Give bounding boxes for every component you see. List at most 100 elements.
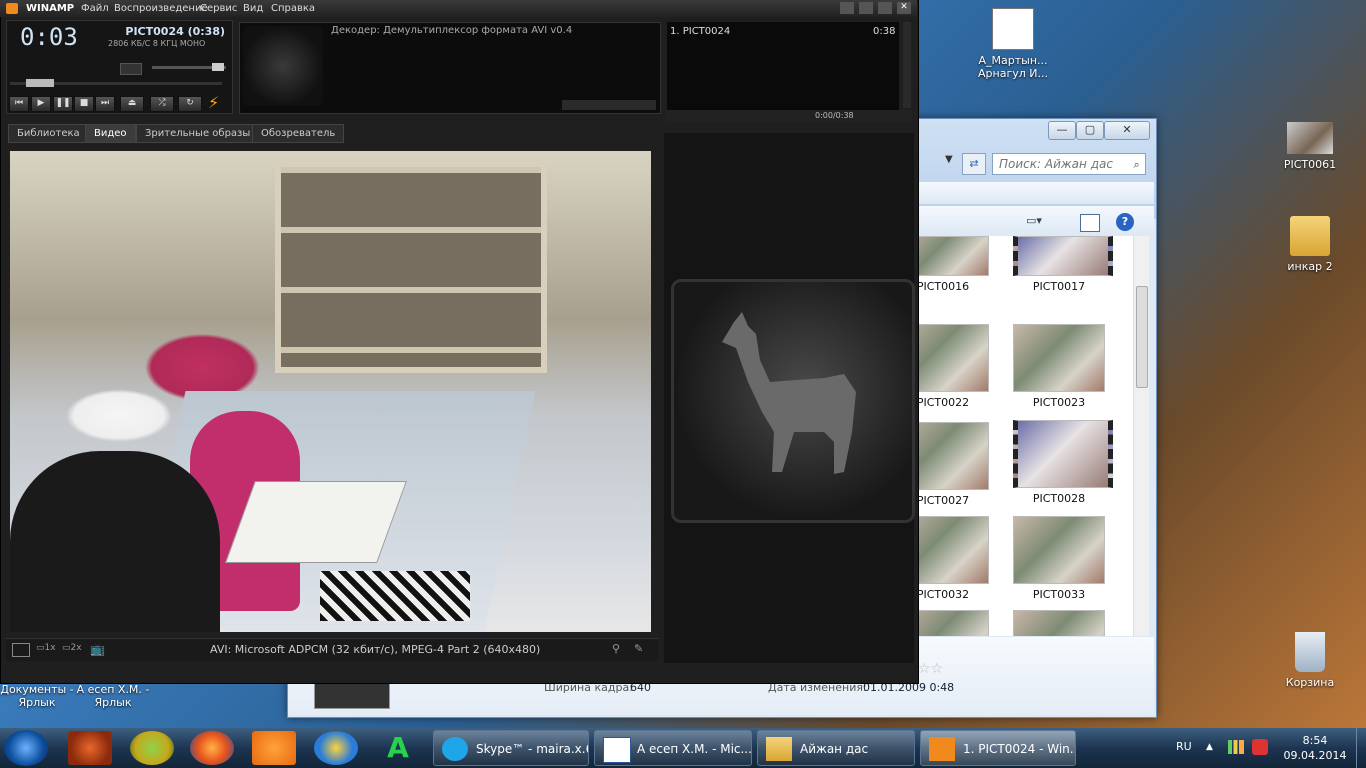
shade-button[interactable]: [859, 2, 873, 14]
tab-browser[interactable]: Обозреватель: [252, 124, 345, 143]
task-explorer[interactable]: Айжан дас: [757, 730, 915, 766]
file-label: PICT0027: [916, 494, 970, 507]
firefox-icon[interactable]: [190, 731, 234, 765]
file-thumb[interactable]: PICT0032: [915, 516, 989, 601]
help-icon[interactable]: ?: [1116, 213, 1134, 231]
file-thumb[interactable]: PICT0033: [1013, 516, 1105, 601]
file-label: PICT0033: [1032, 588, 1086, 601]
folder-icon: [1290, 216, 1330, 256]
pin-icon[interactable]: ⚲: [612, 642, 620, 655]
playlist-item[interactable]: 1. PICT0024: [670, 26, 730, 37]
tv-icon[interactable]: 📺: [90, 642, 105, 656]
pinned-app-icon[interactable]: [130, 731, 174, 765]
menu-tools[interactable]: Сервис: [200, 3, 237, 14]
lightning-icon[interactable]: ⚡: [208, 93, 219, 112]
zoom-2x-icon[interactable]: ▭2x: [62, 643, 82, 655]
desktop-icon-esep[interactable]: А есеп Х.М. - Ярлык: [74, 683, 152, 709]
winamp-titlebar[interactable]: WINAMP Файл Воспроизведение Сервис Вид С…: [0, 0, 917, 17]
close-button[interactable]: ✕: [897, 2, 911, 14]
seek-handle[interactable]: [26, 79, 54, 87]
playlist-duration: 0:38: [873, 26, 896, 37]
wrench-icon[interactable]: ✎: [634, 642, 643, 655]
clock-time: 8:54: [1302, 734, 1328, 747]
next-button[interactable]: ⏭: [95, 96, 115, 112]
start-button[interactable]: [4, 730, 48, 766]
play-button[interactable]: ▶: [31, 96, 51, 112]
file-thumb[interactable]: PICT0023: [1013, 324, 1105, 409]
search-box[interactable]: ⌕: [992, 153, 1146, 175]
file-thumb[interactable]: PICT0027: [915, 422, 989, 507]
file-label: PICT0028: [1032, 492, 1086, 505]
preview-pane-icon[interactable]: [1080, 214, 1100, 232]
desktop-icon-pict0061[interactable]: PICT0061: [1268, 122, 1352, 171]
show-desktop-button[interactable]: [1356, 728, 1366, 768]
minimize-button[interactable]: [840, 2, 854, 14]
file-thumb[interactable]: PICT0022: [915, 324, 989, 409]
file-thumb[interactable]: PICT0016: [915, 236, 989, 293]
file-thumb[interactable]: PICT0028: [1013, 420, 1113, 505]
minimize-button[interactable]: —: [1048, 121, 1076, 140]
desktop-icon-label: А есеп Х.М. - Ярлык: [76, 683, 150, 709]
language-indicator[interactable]: RU: [1176, 740, 1192, 753]
seek-bar[interactable]: [10, 79, 222, 87]
pause-button[interactable]: ❚❚: [53, 96, 73, 112]
winamp-title: WINAMP: [26, 3, 75, 14]
playlist-toolbar[interactable]: [667, 110, 912, 122]
word-icon: [603, 737, 631, 763]
desktop-icon-label: А_Мартын... Арнагул И...: [978, 54, 1048, 80]
eject-button[interactable]: ⏏: [120, 96, 144, 112]
volume-icon[interactable]: [120, 63, 142, 75]
tab-library[interactable]: Библиотека: [8, 124, 89, 143]
maximize-button[interactable]: ▢: [1076, 121, 1104, 140]
refresh-icon[interactable]: ⇄: [962, 153, 986, 175]
search-input[interactable]: [997, 156, 1126, 172]
pinned-app-icon[interactable]: [68, 731, 112, 765]
prev-button[interactable]: ⏮: [9, 96, 29, 112]
file-thumb[interactable]: [915, 610, 989, 636]
menu-playback[interactable]: Воспроизведение: [114, 3, 208, 14]
desktop-icon-folder[interactable]: инкар 2: [1268, 216, 1352, 273]
scrollbar-thumb[interactable]: [1136, 286, 1148, 388]
tab-video[interactable]: Видео: [85, 124, 136, 143]
volume-handle[interactable]: [212, 63, 224, 71]
recycle-bin-icon: [1295, 632, 1325, 672]
menu-file[interactable]: Файл: [81, 3, 109, 14]
odnoklassniki-icon[interactable]: [252, 731, 296, 765]
clock[interactable]: 8:54 09.04.2014: [1280, 733, 1350, 763]
shuffle-button[interactable]: ⤮: [150, 96, 174, 112]
mail-agent-icon[interactable]: [314, 731, 358, 765]
info-buttons[interactable]: [562, 100, 656, 110]
folder-icon: [766, 737, 792, 761]
task-label: Skype™ - maira.x.68: [476, 742, 589, 756]
pinned-app-icon[interactable]: A: [376, 731, 420, 765]
task-skype[interactable]: Skype™ - maira.x.68: [433, 730, 589, 766]
menu-help[interactable]: Справка: [271, 3, 315, 14]
rating-stars[interactable]: ☆☆: [918, 661, 943, 677]
show-hidden-icons[interactable]: ▲: [1206, 742, 1213, 752]
desktop-icon-recycle-bin[interactable]: Корзина: [1268, 632, 1352, 689]
file-thumb[interactable]: PICT0017: [1013, 236, 1113, 293]
file-thumb[interactable]: [1013, 610, 1105, 636]
desktop-icon-documents[interactable]: Документы - Ярлык: [0, 683, 74, 709]
fullscreen-icon[interactable]: [12, 643, 30, 657]
close-button[interactable]: ✕: [1104, 121, 1150, 140]
search-icon[interactable]: ⌕: [1134, 158, 1140, 171]
stop-button[interactable]: ■: [74, 96, 94, 112]
volume-slider[interactable]: [152, 63, 226, 71]
task-winamp[interactable]: 1. PICT0024 - Win...: [920, 730, 1076, 766]
maximize-button[interactable]: [878, 2, 892, 14]
address-dropdown-icon[interactable]: ▼: [945, 154, 957, 172]
video-frame[interactable]: [10, 151, 651, 632]
repeat-button[interactable]: ↻: [178, 96, 202, 112]
tab-visualization[interactable]: Зрительные образы: [136, 124, 260, 143]
menu-view[interactable]: Вид: [243, 3, 263, 14]
action-center-icon[interactable]: [1252, 739, 1268, 755]
playlist-scrollbar[interactable]: [903, 22, 911, 108]
view-options-icon[interactable]: ▭▾: [1026, 214, 1052, 230]
time-display[interactable]: 0:03: [20, 23, 78, 51]
network-icon[interactable]: [1228, 740, 1244, 754]
zoom-1x-icon[interactable]: ▭1x: [36, 643, 56, 655]
desktop-icon-word-doc[interactable]: А_Мартын... Арнагул И...: [971, 8, 1055, 80]
task-word[interactable]: А есеп Х.М. - Mic...: [594, 730, 752, 766]
scrollbar[interactable]: [1133, 236, 1149, 636]
